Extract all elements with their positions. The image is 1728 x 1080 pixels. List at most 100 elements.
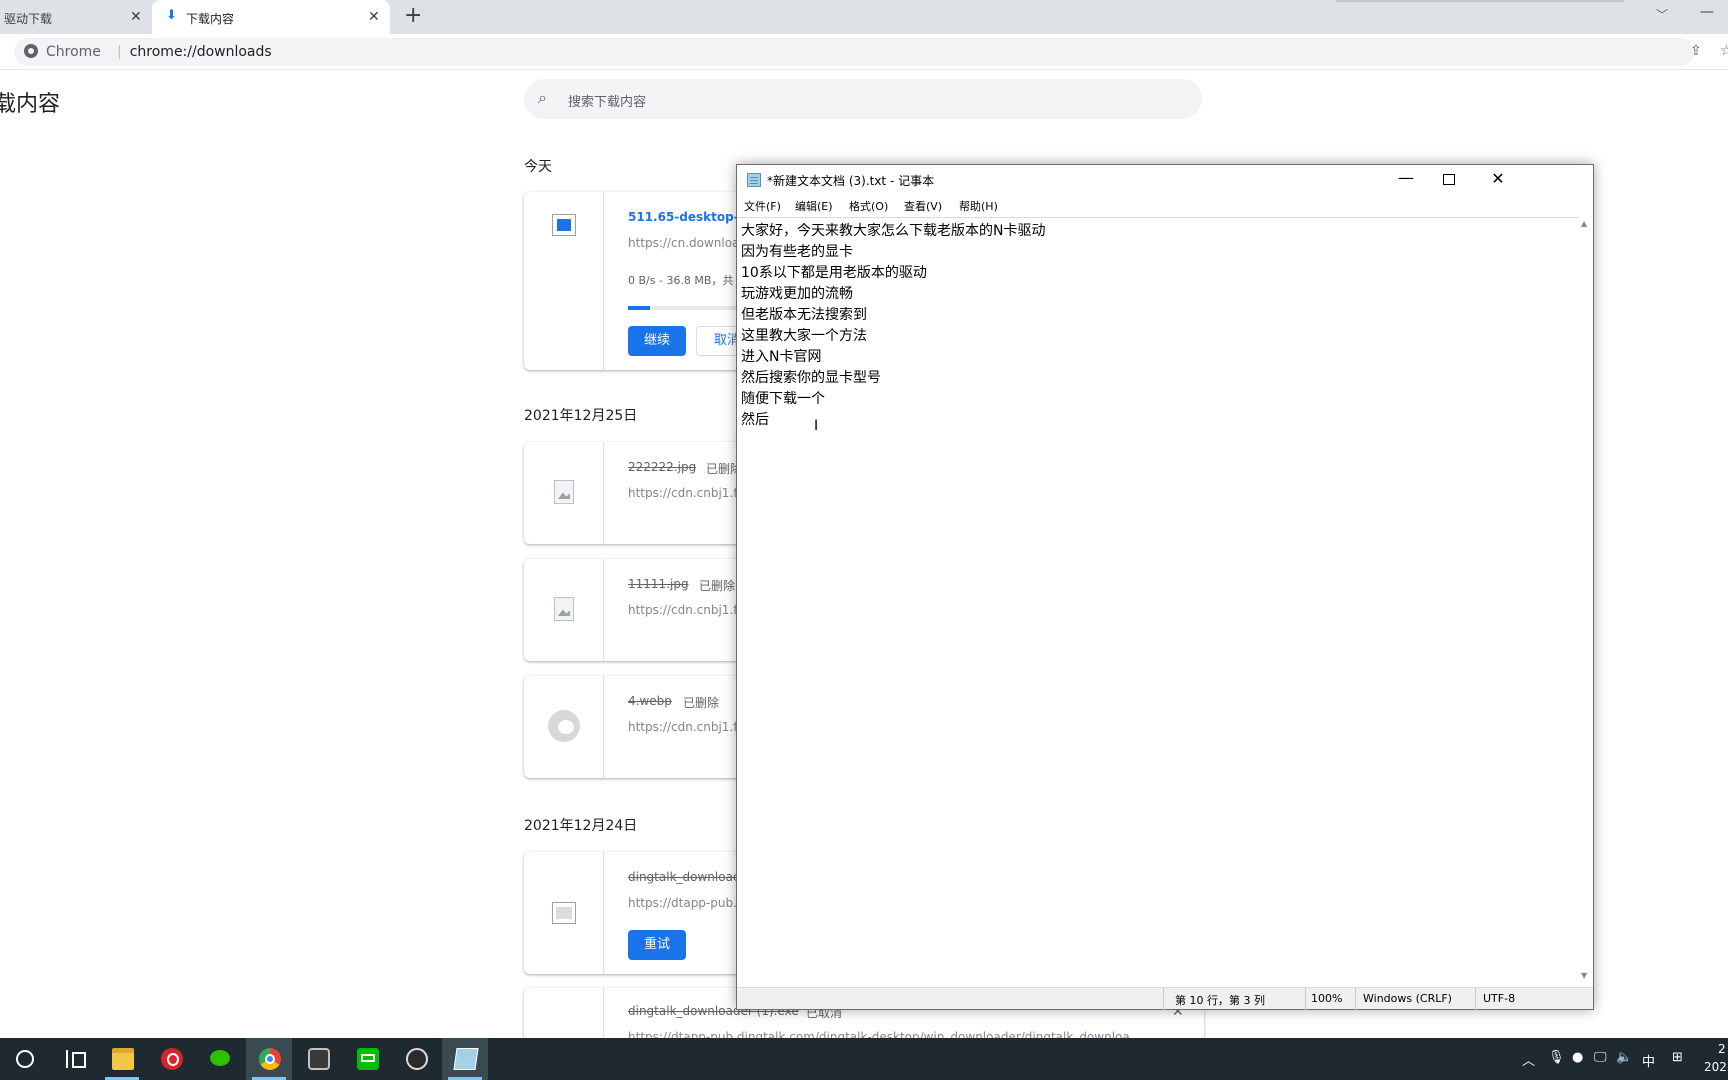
address-url-text: chrome://downloads: [129, 44, 272, 60]
new-tab-button[interactable]: +: [404, 3, 422, 28]
download-file-link[interactable]: 511.65-desktop-wi: [628, 210, 754, 224]
file-icon-column: [524, 559, 604, 661]
start-icon: [16, 1050, 34, 1068]
minimize-icon[interactable]: —: [1395, 168, 1417, 187]
tray-app-icon[interactable]: ●: [1572, 1050, 1583, 1065]
text-line: 然后搜索你的显卡型号: [741, 370, 881, 386]
file-icon-column: [524, 192, 604, 370]
search-downloads-input[interactable]: ⌕ 搜索下载内容: [524, 79, 1202, 119]
taskbar: ︿ 🎙 ● 🖵 🔈 中 ⊞ 2 202: [0, 1038, 1728, 1080]
tab-downloads[interactable]: ⬇ 下载内容 ✕: [152, 0, 390, 34]
image-file-icon: [554, 480, 574, 504]
chrome-icon: [259, 1048, 281, 1070]
iqiyi-button[interactable]: [344, 1038, 390, 1080]
minimize-window-icon[interactable]: —: [1700, 4, 1714, 20]
file-icon-column: [524, 676, 604, 778]
app-icon: [308, 1048, 330, 1070]
search-placeholder: 搜索下载内容: [568, 95, 647, 110]
notepad-titlebar[interactable]: *新建文本文档 (3).txt - 记事本 — ✕: [737, 165, 1593, 195]
file-icon-column: [524, 852, 604, 974]
resume-button[interactable]: 继续: [628, 326, 686, 356]
text-line: 大家好，今天来教大家怎么下载老版本的N卡驱动: [741, 223, 1046, 239]
download-url[interactable]: https://cdn.cnbj1.f: [628, 486, 737, 500]
date-header: 2021年12月25日: [524, 408, 638, 424]
file-icon-column: [524, 442, 604, 544]
netease-music-button[interactable]: [148, 1038, 194, 1080]
start-button[interactable]: [2, 1038, 48, 1080]
status-divider: [1305, 988, 1306, 1010]
tab-close-icon[interactable]: ✕: [130, 9, 142, 25]
menu-file[interactable]: 文件(F): [744, 198, 781, 214]
encoding: UTF-8: [1483, 992, 1516, 1005]
obs-button[interactable]: [393, 1038, 439, 1080]
wechat-icon: [210, 1050, 230, 1066]
search-icon: ⌕: [538, 88, 547, 107]
scroll-down-icon[interactable]: ▼: [1581, 971, 1587, 980]
download-progress-fill: [628, 306, 651, 310]
network-icon[interactable]: 🖵: [1594, 1050, 1607, 1065]
zoom-level: 100%: [1311, 992, 1343, 1005]
download-icon: ⬇: [166, 8, 177, 23]
close-icon[interactable]: ✕: [1483, 169, 1513, 188]
file-explorer-button[interactable]: [99, 1038, 145, 1080]
bookmark-star-icon[interactable]: ☆: [1720, 43, 1728, 59]
text-line: 玩游戏更加的流畅: [741, 286, 853, 302]
volume-icon[interactable]: 🔈: [1616, 1050, 1632, 1065]
browser-toolbar: Chrome | chrome://downloads: [0, 34, 1728, 70]
task-view-button[interactable]: [50, 1038, 96, 1080]
menu-help[interactable]: 帮助(H): [959, 198, 998, 214]
download-url[interactable]: https://cdn.cnbj1.f: [628, 603, 737, 617]
text-line: 进入N卡官网: [741, 349, 822, 365]
download-url[interactable]: https://cdn.cnbj1.f: [628, 720, 737, 734]
notepad-icon: [453, 1048, 479, 1070]
ime-mode-icon[interactable]: ⊞: [1672, 1050, 1683, 1065]
tab-label: 驱动下载: [4, 12, 53, 26]
scroll-up-icon[interactable]: ▲: [1581, 219, 1587, 228]
maximize-icon[interactable]: [1443, 174, 1455, 185]
wechat-button[interactable]: [197, 1038, 243, 1080]
address-separator: |: [117, 44, 122, 60]
tab-driver-download[interactable]: 驱动下载 ✕: [0, 0, 150, 34]
menu-edit[interactable]: 编辑(E): [795, 198, 833, 214]
download-url[interactable]: https://dtapp-pub.c: [628, 896, 744, 910]
status-divider: [1163, 988, 1164, 1010]
menu-view[interactable]: 查看(V): [904, 198, 942, 214]
notepad-icon: [747, 173, 761, 187]
tray-expand-chevron-icon[interactable]: ︿: [1522, 1050, 1535, 1069]
vertical-scrollbar[interactable]: ▲ ▼: [1579, 217, 1593, 985]
tab-label: 下载内容: [186, 12, 235, 26]
file-icon: [552, 902, 576, 924]
notepad-button[interactable]: [442, 1038, 488, 1080]
app-button[interactable]: [295, 1038, 341, 1080]
download-url[interactable]: https://cn.downloa: [628, 236, 739, 250]
clock-date[interactable]: 202: [1704, 1060, 1727, 1074]
share-icon[interactable]: ⇪: [1690, 43, 1702, 59]
download-file-name: 4.webp: [628, 694, 672, 708]
address-url[interactable]: | chrome://downloads: [117, 44, 272, 60]
download-status: 已删除: [683, 696, 720, 710]
retry-button[interactable]: 重试: [628, 930, 686, 960]
obs-icon: [406, 1048, 428, 1070]
netease-music-icon: [161, 1048, 183, 1070]
iqiyi-icon: [357, 1048, 379, 1070]
task-view-icon: [66, 1050, 86, 1068]
chrome-button[interactable]: [246, 1038, 292, 1080]
address-bar[interactable]: Chrome | chrome://downloads: [14, 38, 1694, 66]
menu-format[interactable]: 格式(O): [849, 198, 888, 214]
chrome-site-icon: [24, 44, 38, 58]
clock-time[interactable]: 2: [1718, 1042, 1726, 1056]
notepad-text-area[interactable]: 大家好，今天来教大家怎么下载老版本的N卡驱动 因为有些老的显卡 10系以下都是用…: [737, 217, 1579, 985]
notepad-window: *新建文本文档 (3).txt - 记事本 — ✕ 文件(F) 编辑(E) 格式…: [736, 164, 1594, 1010]
text-line: 因为有些老的显卡: [741, 244, 853, 260]
text-line: 随便下载一个: [741, 391, 825, 407]
status-divider: [1355, 988, 1356, 1010]
tab-strip-popup-edge: [1336, 0, 1624, 2]
ime-indicator[interactable]: 中: [1642, 1051, 1655, 1070]
tab-close-icon[interactable]: ✕: [368, 9, 380, 25]
text-line: 然后: [741, 412, 769, 428]
text-cursor-icon: I: [814, 418, 819, 434]
microphone-icon[interactable]: 🎙: [1548, 1050, 1565, 1065]
tab-search-chevron-icon[interactable]: ﹀: [1656, 6, 1668, 23]
download-file-name: 11111.jpg: [628, 577, 689, 591]
file-explorer-icon: [112, 1048, 134, 1070]
